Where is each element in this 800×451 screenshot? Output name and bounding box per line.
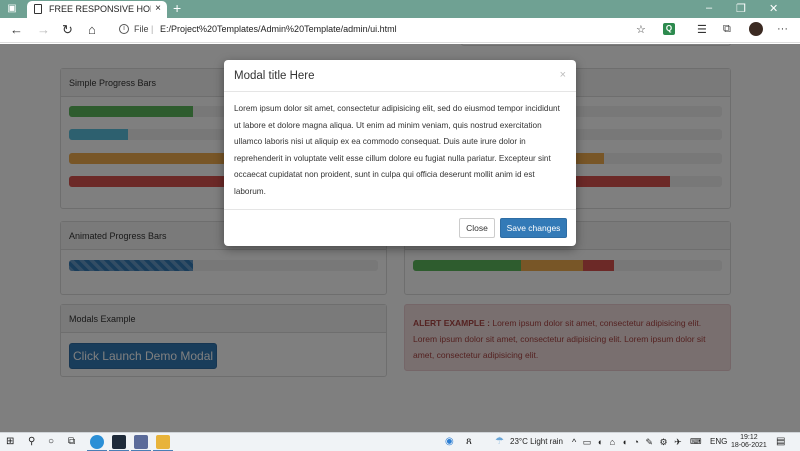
minimize-button[interactable]: – bbox=[706, 2, 712, 14]
clock-time: 19:12 bbox=[740, 434, 758, 441]
search-icon[interactable]: ⚲ bbox=[28, 436, 35, 447]
new-tab-button[interactable]: + bbox=[173, 0, 181, 16]
url-separator: | bbox=[151, 24, 154, 34]
page-icon bbox=[34, 4, 42, 14]
cortana-icon[interactable]: ○ bbox=[48, 436, 54, 447]
page-content: Simple Progress Bars Animated Progress B… bbox=[0, 44, 800, 432]
tray-icons[interactable]: ^ ▭ ◐ ⌂ ◖ ◔ ✎ ⚙ ✈ bbox=[572, 437, 684, 448]
modal-title: Modal title Here bbox=[234, 70, 315, 82]
modal-dialog: Modal title Here × Lorem ipsum dolor sit… bbox=[224, 60, 576, 246]
weather-text[interactable]: 23°C Light rain bbox=[510, 437, 563, 446]
star-add-icon[interactable]: ☆ bbox=[636, 23, 646, 36]
url-scheme: File bbox=[134, 24, 149, 34]
close-window-button[interactable]: ✕ bbox=[769, 2, 778, 15]
browser-tab-bar: ▣ FREE RESPONSIVE HORIZONTAL × + – ❐ ✕ bbox=[0, 0, 800, 18]
help-icon[interactable]: ◉ bbox=[445, 436, 454, 447]
menu-icon[interactable]: ··· bbox=[777, 23, 788, 35]
language-indicator[interactable]: ENG bbox=[710, 437, 727, 446]
clock[interactable]: 19:12 18-06-2021 bbox=[731, 434, 767, 450]
forward-arrow-icon[interactable]: → bbox=[37, 22, 50, 37]
close-button[interactable]: Close bbox=[459, 218, 495, 238]
clock-date: 18-06-2021 bbox=[731, 442, 767, 449]
weather-icon[interactable]: ☂ bbox=[495, 436, 504, 447]
notifications-icon[interactable]: ▤ bbox=[776, 436, 785, 447]
profile-avatar[interactable] bbox=[749, 22, 763, 36]
windows-start-icon[interactable]: ⊞ bbox=[6, 436, 14, 447]
task-view-icon[interactable]: ⧉ bbox=[68, 436, 75, 447]
tab-title: FREE RESPONSIVE HORIZONTAL bbox=[49, 4, 151, 14]
refresh-icon[interactable]: ↻ bbox=[62, 22, 73, 38]
address-bar-row: ← → ↻ ⌂ i File | E:/Project%20Templates/… bbox=[0, 18, 800, 43]
save-changes-button[interactable]: Save changes bbox=[500, 218, 567, 238]
extension-q-icon[interactable]: Q bbox=[663, 23, 675, 35]
keyboard-icon[interactable]: ⌨ bbox=[690, 437, 702, 446]
home-icon[interactable]: ⌂ bbox=[88, 22, 96, 37]
browser-tab[interactable]: FREE RESPONSIVE HORIZONTAL × bbox=[27, 1, 167, 18]
people-icon[interactable]: ጸ bbox=[466, 436, 472, 447]
modal-close-icon[interactable]: × bbox=[560, 69, 566, 81]
collections-icon[interactable]: ⧉ bbox=[723, 23, 731, 36]
tab-close-icon[interactable]: × bbox=[155, 3, 161, 14]
edge-browser-icon[interactable] bbox=[90, 435, 104, 449]
file-explorer-icon[interactable] bbox=[156, 435, 170, 449]
app-icon[interactable] bbox=[134, 435, 148, 449]
url-input[interactable]: E:/Project%20Templates/Admin%20Template/… bbox=[160, 24, 397, 34]
info-icon[interactable]: i bbox=[119, 24, 129, 34]
tab-actions-icon[interactable]: ▣ bbox=[6, 3, 18, 15]
back-arrow-icon[interactable]: ← bbox=[10, 22, 23, 37]
favorites-icon[interactable]: ☰ bbox=[697, 23, 707, 36]
modal-header: Modal title Here × bbox=[224, 60, 576, 92]
maximize-button[interactable]: ❐ bbox=[736, 2, 746, 15]
terminal-icon[interactable] bbox=[112, 435, 126, 449]
taskbar: ⊞ ⚲ ○ ⧉ ◉ ጸ ☂ 23°C Light rain ^ ▭ ◐ ⌂ ◖ … bbox=[0, 432, 800, 451]
modal-body: Lorem ipsum dolor sit amet, consectetur … bbox=[224, 92, 576, 210]
